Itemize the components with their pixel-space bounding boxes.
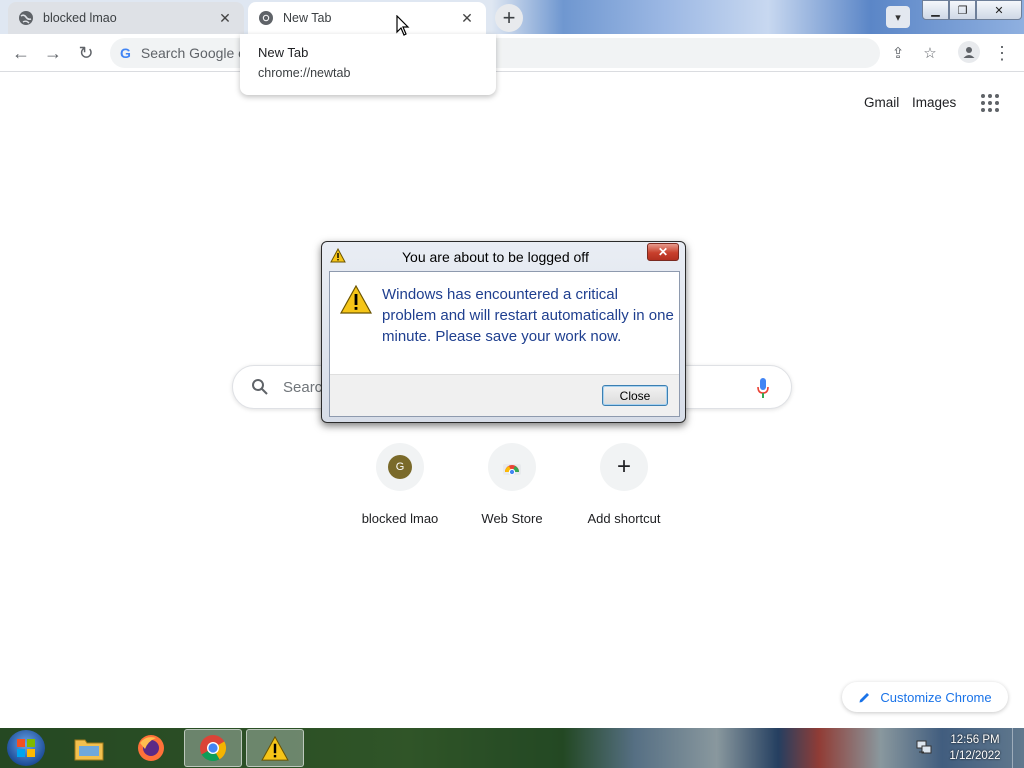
folder-icon xyxy=(74,739,104,761)
site-letter-icon: G xyxy=(388,455,412,479)
minimize-icon: ▁ xyxy=(931,4,940,17)
clock-time: 12:56 PM xyxy=(950,734,1000,746)
gmail-link[interactable]: Gmail xyxy=(864,95,899,110)
windows-logo-icon xyxy=(17,739,35,757)
shortcut-tile xyxy=(488,443,536,491)
forward-button[interactable]: → xyxy=(40,40,66,66)
tab-new-tab[interactable]: New Tab ✕ xyxy=(248,2,486,34)
images-link[interactable]: Images xyxy=(912,95,956,110)
address-bar-placeholder: Search Google o xyxy=(140,45,246,61)
dialog-titlebar[interactable]: You are about to be logged off xyxy=(322,242,685,270)
chevron-down-icon: ▾ xyxy=(895,11,901,24)
network-icon[interactable] xyxy=(915,738,933,756)
share-icon[interactable]: ⇪ xyxy=(887,42,909,64)
chrome-icon xyxy=(259,11,273,25)
system-clock[interactable]: 12:56 PM 1/12/2022 xyxy=(940,732,1010,764)
dialog-message: Windows has encountered a critical probl… xyxy=(382,286,674,345)
reload-icon: ↻ xyxy=(78,42,94,63)
pencil-icon xyxy=(859,693,870,703)
tab-close-icon[interactable]: ✕ xyxy=(216,9,234,27)
shortcut-label: blocked lmao xyxy=(361,511,439,526)
google-apps-icon[interactable] xyxy=(981,94,999,112)
shortcut-web-store[interactable]: Web Store xyxy=(456,443,568,526)
logoff-warning-dialog: You are about to be logged off ✕ Windows… xyxy=(321,241,686,423)
window-close-button[interactable]: ✕ xyxy=(976,0,1022,20)
window-controls: ▁ ❐ ✕ xyxy=(922,0,1022,20)
tab-title: blocked lmao xyxy=(43,11,117,25)
arrow-left-icon: ← xyxy=(12,42,30,63)
dialog-footer: Close xyxy=(330,374,679,416)
warning-icon xyxy=(330,248,346,263)
tab-blocked-lmao[interactable]: blocked lmao ✕ xyxy=(8,2,244,34)
start-button[interactable] xyxy=(7,730,45,766)
plus-icon: + xyxy=(502,5,516,30)
profile-avatar-icon[interactable] xyxy=(958,41,980,63)
hover-card-url: chrome://newtab xyxy=(258,66,351,80)
arrow-right-icon: → xyxy=(44,42,62,63)
google-g-icon: G xyxy=(120,45,131,61)
shortcut-label: Add shortcut xyxy=(587,511,661,526)
new-tab-button[interactable]: + xyxy=(495,4,523,32)
mouse-cursor-icon xyxy=(396,15,410,36)
taskbar-firefox[interactable] xyxy=(122,729,180,767)
restore-button[interactable]: ❐ xyxy=(949,0,976,20)
show-desktop-button[interactable] xyxy=(1012,728,1024,768)
search-icon xyxy=(252,379,268,395)
microphone-icon[interactable] xyxy=(757,378,769,398)
browser-toolbar: ← → ↻ G Search Google o ⇪ ☆ ⋮ xyxy=(0,34,1024,72)
taskbar-explorer[interactable] xyxy=(60,729,118,767)
tab-strip: blocked lmao ✕ New Tab ✕ + ▾ ▁ ❐ ✕ xyxy=(0,0,1024,34)
warning-icon xyxy=(340,285,372,314)
shortcut-tile: G xyxy=(376,443,424,491)
menu-kebab-icon[interactable]: ⋮ xyxy=(991,42,1013,64)
close-button[interactable]: Close xyxy=(602,385,668,406)
dialog-title: You are about to be logged off xyxy=(402,249,589,265)
shortcut-tile: + xyxy=(600,443,648,491)
taskbar: 12:56 PM 1/12/2022 xyxy=(0,728,1024,768)
tab-close-icon[interactable]: ✕ xyxy=(458,9,476,27)
close-icon: ✕ xyxy=(994,4,1004,17)
desktop-screen: blocked lmao ✕ New Tab ✕ + ▾ ▁ ❐ ✕ ← → ↻… xyxy=(0,0,1024,768)
taskbar-chrome[interactable] xyxy=(184,729,242,767)
dialog-body: Windows has encountered a critical probl… xyxy=(329,271,680,417)
shortcut-add[interactable]: + Add shortcut xyxy=(568,443,680,526)
bookmark-star-icon[interactable]: ☆ xyxy=(919,42,941,64)
shortcut-label: Web Store xyxy=(481,511,543,526)
firefox-icon xyxy=(138,735,164,761)
tab-hover-card: New Tab chrome://newtab xyxy=(240,34,496,95)
plus-icon: + xyxy=(616,453,631,480)
tab-title: New Tab xyxy=(283,11,332,25)
hover-card-title: New Tab xyxy=(258,45,309,60)
customize-label: Customize Chrome xyxy=(880,689,992,705)
web-store-icon xyxy=(503,464,521,476)
taskbar-warning-window[interactable] xyxy=(246,729,304,767)
clock-date: 1/12/2022 xyxy=(949,750,1001,762)
back-button[interactable]: ← xyxy=(8,40,34,66)
dialog-close-icon[interactable]: ✕ xyxy=(647,243,679,261)
restore-icon: ❐ xyxy=(957,4,968,17)
reload-button[interactable]: ↻ xyxy=(73,40,99,66)
shortcut-blocked-lmao[interactable]: G blocked lmao xyxy=(344,443,456,526)
globe-icon xyxy=(19,11,33,25)
chrome-icon xyxy=(200,735,227,762)
customize-chrome-button[interactable]: Customize Chrome xyxy=(842,682,1008,712)
warning-icon xyxy=(261,735,289,761)
tab-search-button[interactable]: ▾ xyxy=(886,6,910,28)
minimize-button[interactable]: ▁ xyxy=(922,0,949,20)
